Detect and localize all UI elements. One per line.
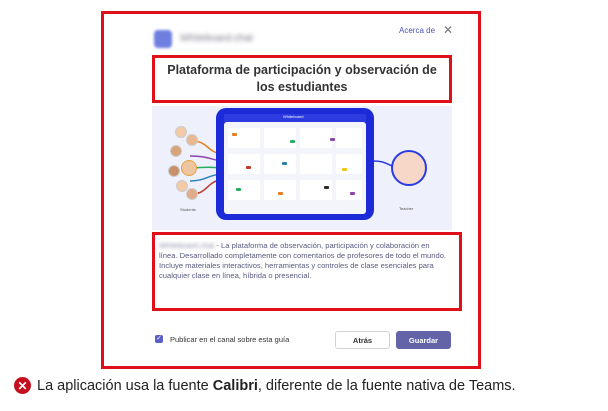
screenshot-highlight-frame <box>101 11 481 369</box>
caption-text-after: , diferente de la fuente nativa de Teams… <box>257 377 516 394</box>
caption-font-name: Calibri <box>212 377 258 394</box>
error-icon: ✕ <box>14 377 31 394</box>
caption: ✕ La aplicación usa la fuente Calibri, d… <box>14 377 516 394</box>
caption-text-before: La aplicación usa la fuente <box>37 377 213 394</box>
